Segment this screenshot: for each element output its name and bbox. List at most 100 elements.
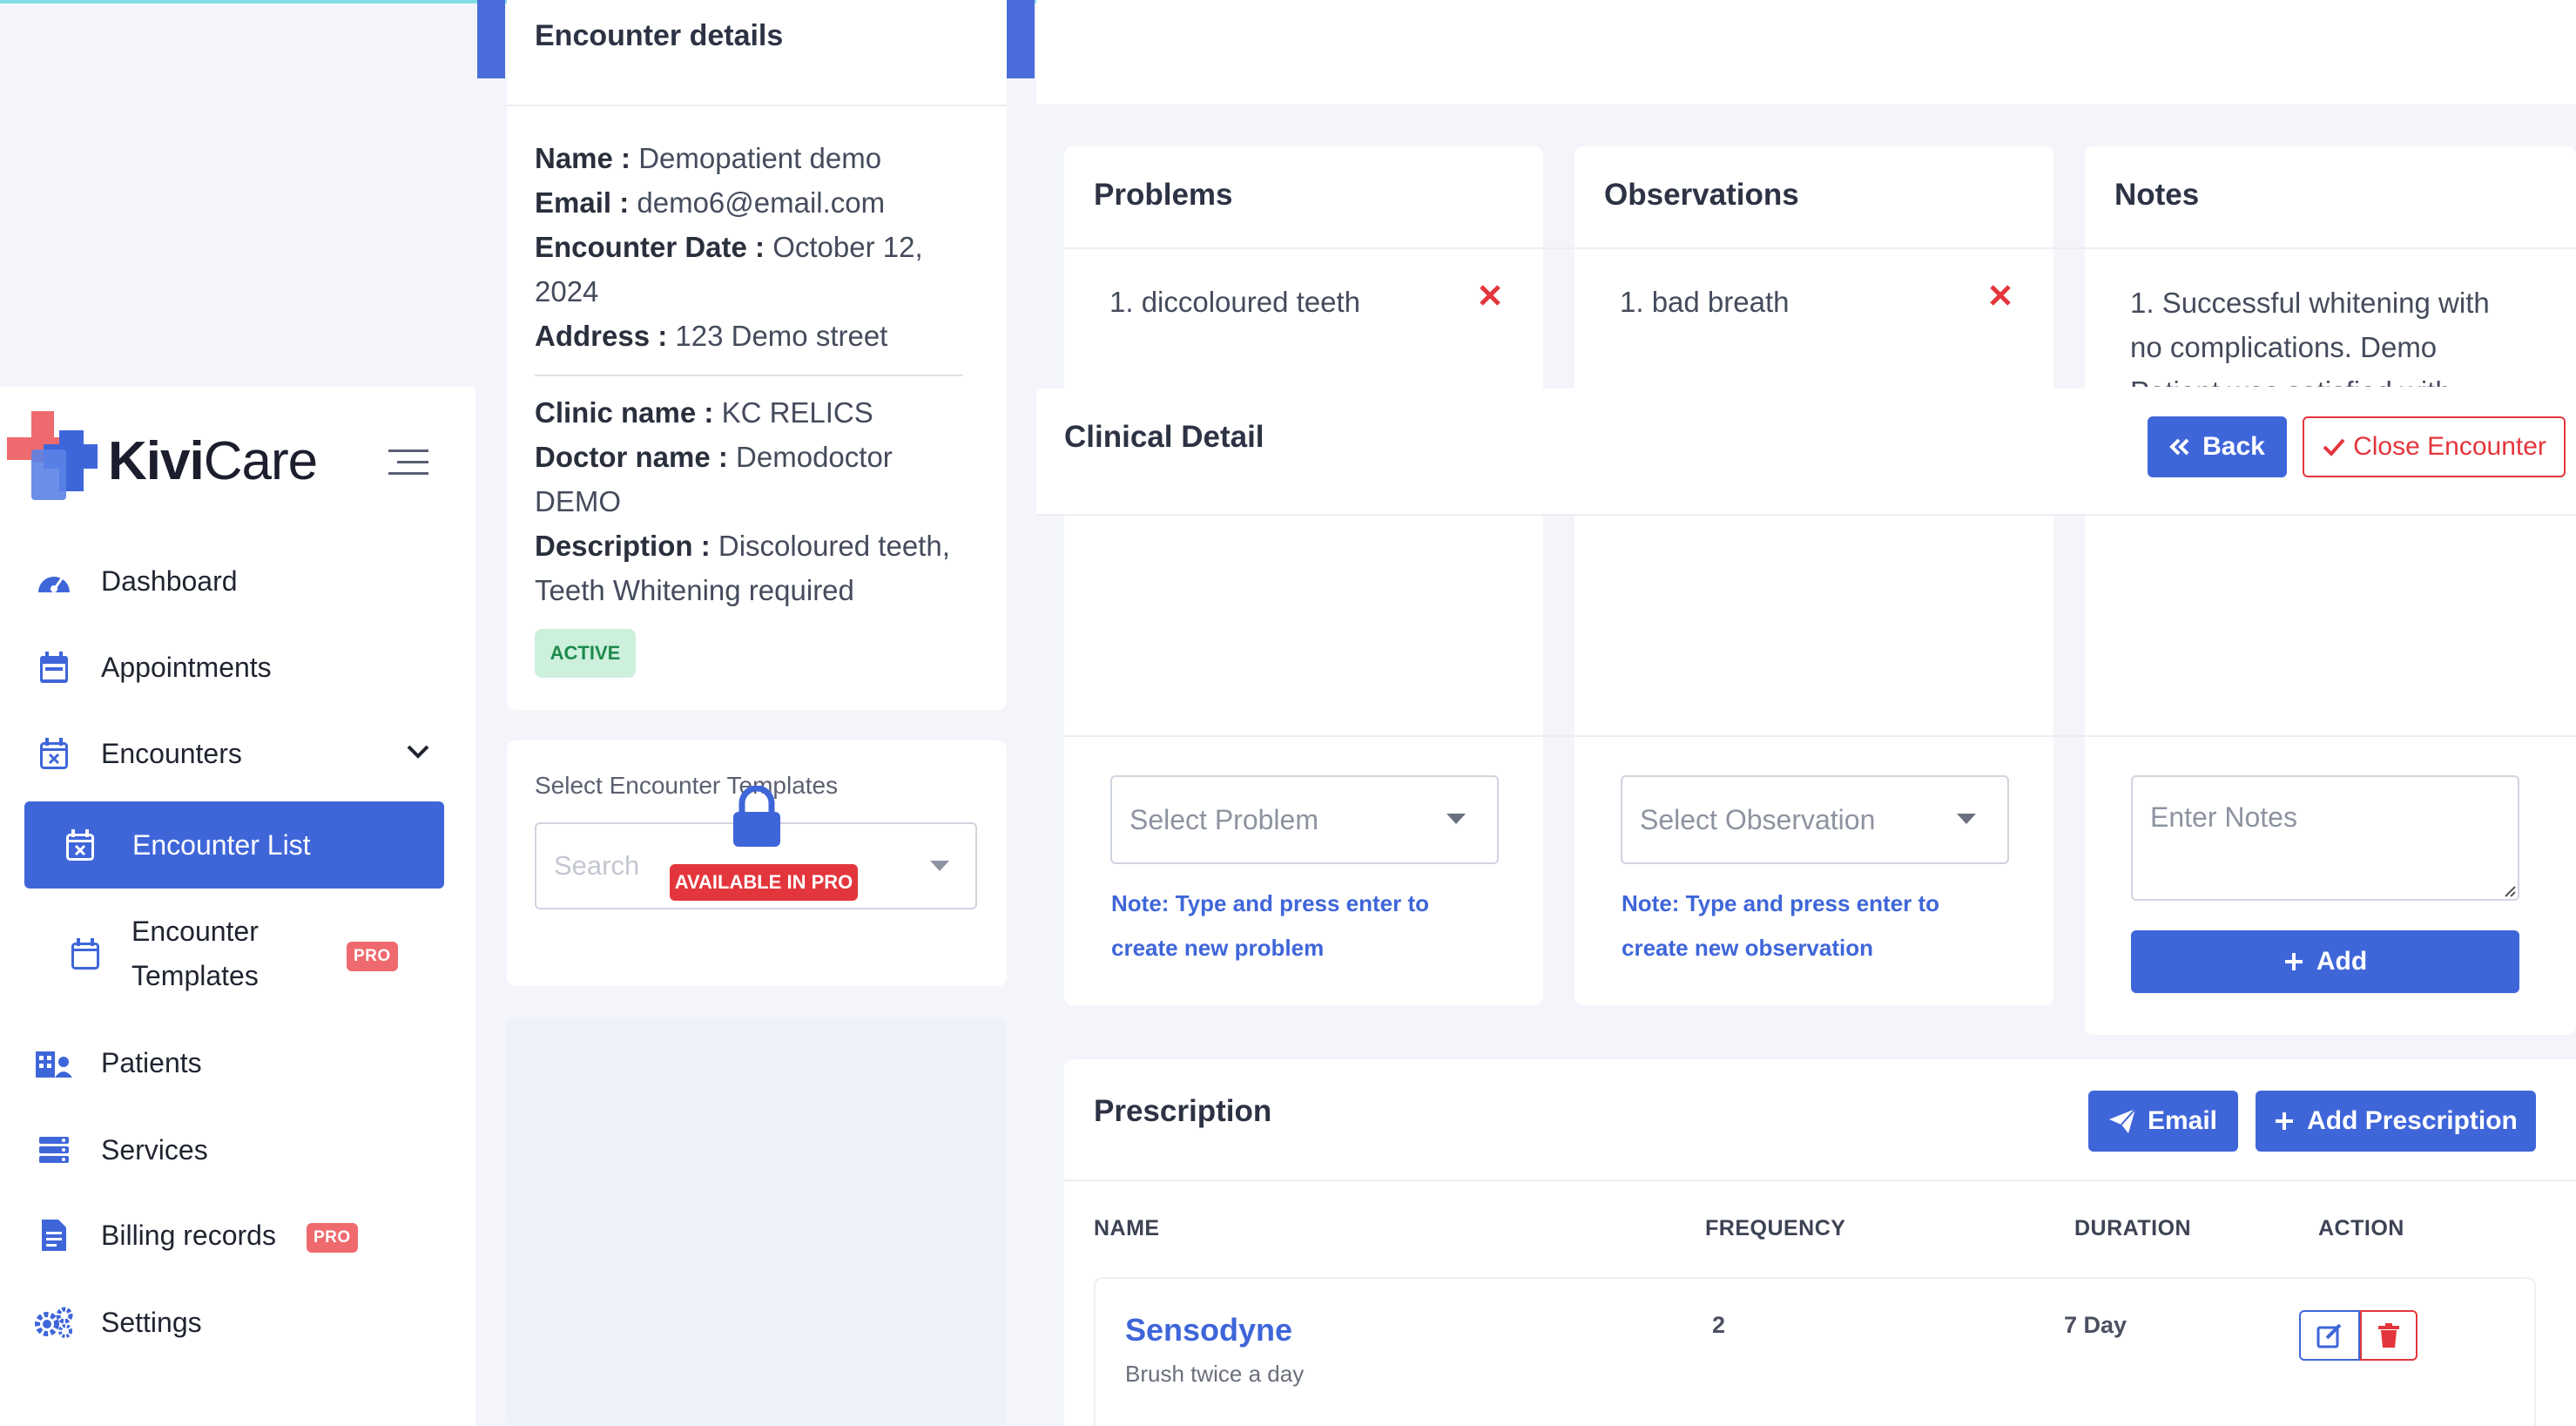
sidebar-item-encounters[interactable]: Encounters xyxy=(0,719,475,788)
resize-handle-icon[interactable] xyxy=(2502,883,2516,897)
sidebar-item-label: Billing records xyxy=(101,1219,276,1251)
caret-down-icon xyxy=(1957,814,1976,824)
medicine-name[interactable]: Sensodyne xyxy=(1125,1312,1292,1348)
medicine-frequency: 2 xyxy=(1712,1312,1726,1338)
select-observation-dropdown[interactable]: Select Observation xyxy=(1621,775,2009,864)
encounter-date: Encounter Date : October 12, 2024 xyxy=(535,231,923,308)
problem-note: Note: Type and press enter to create new … xyxy=(1111,890,1430,961)
doctor-name: Doctor name : Demodoctor DEMO xyxy=(535,441,893,517)
remove-observation-icon[interactable] xyxy=(1989,284,2012,307)
sidebar-item-billing-records[interactable]: Billing records PRO xyxy=(0,1200,475,1270)
kivicare-logo-icon xyxy=(7,411,103,509)
double-chevron-left-icon xyxy=(2169,438,2190,456)
observations-card xyxy=(1575,146,2053,1005)
observation-item: 1. bad breath xyxy=(1620,286,1790,318)
encounter-address: Address : 123 Demo street xyxy=(535,320,888,352)
sidebar-item-encounter-list[interactable]: Encounter List xyxy=(24,801,444,889)
sidebar-item-label: Encounter List xyxy=(132,828,311,861)
available-in-pro-badge: AVAILABLE IN PRO xyxy=(670,864,858,901)
table-row: Sensodyne Brush twice a day 2 7 Day xyxy=(1094,1277,2536,1426)
dashboard-gauge-icon xyxy=(35,564,73,598)
column-header-name: NAME xyxy=(1094,1216,1160,1240)
observation-note: Note: Type and press enter to create new … xyxy=(1622,890,1940,961)
note-item: 1. Successful whitening with no complicat… xyxy=(2130,287,2490,387)
clinical-detail-title: Clinical Detail xyxy=(1064,420,1264,454)
paper-plane-icon xyxy=(2108,1109,2135,1133)
caret-down-icon xyxy=(1446,814,1466,824)
sidebar-item-label: Patients xyxy=(101,1046,202,1078)
calendar-icon xyxy=(66,936,105,971)
check-icon xyxy=(2322,436,2346,457)
column-header-frequency: FREQUENCY xyxy=(1705,1216,1846,1240)
add-note-button[interactable]: Add xyxy=(2131,930,2519,993)
notes-textarea[interactable]: Enter Notes xyxy=(2131,775,2519,901)
sidebar-item-encounter-templates[interactable]: Encounter Templates PRO xyxy=(0,910,475,997)
medicine-duration: 7 Day xyxy=(2064,1312,2128,1338)
header-accent-bar xyxy=(1007,0,1035,78)
caret-down-icon xyxy=(930,861,949,871)
pro-badge: PRO xyxy=(347,942,398,971)
column-header-action: ACTION xyxy=(2318,1216,2404,1240)
patients-icon xyxy=(35,1045,73,1080)
encounter-info: Name : Demopatient demo Email : demo6@em… xyxy=(535,136,996,358)
sidebar xyxy=(0,387,475,1426)
problems-title: Problems xyxy=(1094,178,1233,212)
sidebar-item-label: Encounters xyxy=(101,737,242,769)
plus-icon xyxy=(2283,951,2304,972)
email-prescription-button[interactable]: Email xyxy=(2088,1091,2238,1152)
notes-title: Notes xyxy=(2114,178,2200,212)
encounter-name: Name : Demopatient demo xyxy=(535,142,882,174)
trash-icon xyxy=(2378,1323,2399,1348)
templates-label: Select Encounter Templates xyxy=(535,772,839,799)
sidebar-item-dashboard[interactable]: Dashboard xyxy=(0,546,475,616)
encounter-clinic-info: Clinic name : KC RELICS Doctor name : De… xyxy=(535,390,996,612)
sidebar-item-label: Dashboard xyxy=(101,564,238,597)
edit-icon xyxy=(2316,1322,2343,1348)
sidebar-item-label: Appointments xyxy=(101,651,272,683)
menu-toggle-icon[interactable] xyxy=(388,448,428,477)
calendar-icon xyxy=(35,650,73,685)
divider xyxy=(535,375,963,376)
sidebar-item-label: Services xyxy=(101,1133,208,1166)
prescription-title: Prescription xyxy=(1094,1094,1272,1128)
sidebar-item-label: Settings xyxy=(101,1306,202,1338)
sidebar-item-settings[interactable]: Settings xyxy=(0,1287,475,1357)
column-header-duration: DURATION xyxy=(2074,1216,2192,1240)
edit-button[interactable] xyxy=(2299,1310,2360,1361)
services-list-icon xyxy=(35,1132,73,1167)
remove-problem-icon[interactable] xyxy=(1479,284,1501,307)
back-button[interactable]: Back xyxy=(2148,416,2287,477)
delete-button[interactable] xyxy=(2360,1310,2418,1361)
brand-name: KiviCare xyxy=(108,431,318,491)
calendar-x-icon xyxy=(61,828,99,862)
status-badge: ACTIVE xyxy=(535,629,636,678)
notes-card xyxy=(2085,146,2576,1035)
encounter-email: Email : demo6@email.com xyxy=(535,186,886,219)
divider xyxy=(1064,735,2576,737)
sidebar-item-appointments[interactable]: Appointments xyxy=(0,632,475,702)
sidebar-item-services[interactable]: Services xyxy=(0,1115,475,1185)
close-encounter-button[interactable]: Close Encounter xyxy=(2303,416,2566,477)
divider xyxy=(507,105,1007,106)
observations-title: Observations xyxy=(1604,178,1799,212)
divider xyxy=(1064,247,2576,249)
header-accent-bar xyxy=(477,0,505,78)
chevron-down-icon xyxy=(406,743,430,760)
sidebar-item-label: Encounter Templates xyxy=(131,916,259,991)
billing-document-icon xyxy=(35,1218,73,1253)
calendar-x-icon xyxy=(35,736,73,771)
top-header xyxy=(1036,0,2576,105)
plus-icon xyxy=(2274,1111,2295,1132)
problem-item: 1. diccoloured teeth xyxy=(1109,286,1361,318)
select-problem-dropdown[interactable]: Select Problem xyxy=(1110,775,1499,864)
medicine-instruction: Brush twice a day xyxy=(1125,1361,1305,1387)
empty-panel xyxy=(507,1017,1007,1426)
sidebar-item-patients[interactable]: Patients xyxy=(0,1028,475,1098)
pro-badge: PRO xyxy=(307,1223,358,1253)
clinic-name: Clinic name : KC RELICS xyxy=(535,396,873,429)
encounter-details-title: Encounter details xyxy=(535,19,784,52)
add-prescription-button[interactable]: Add Prescription xyxy=(2256,1091,2536,1152)
encounter-description: Description : Discoloured teeth, Teeth Wh… xyxy=(535,530,950,606)
problems-card xyxy=(1064,146,1543,1005)
lock-icon xyxy=(730,786,784,848)
